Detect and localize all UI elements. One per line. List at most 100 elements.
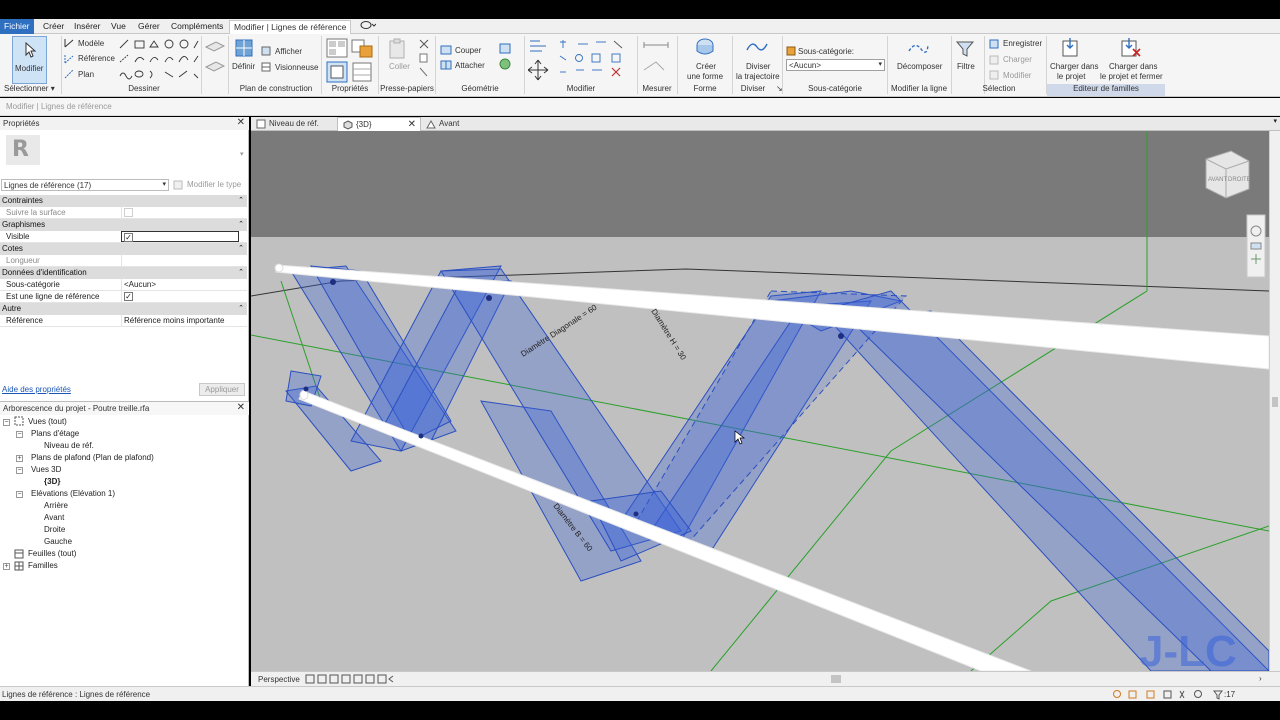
properties-palette: Propriétés ✕ R ▾ Lignes de référence (17)… [0, 117, 249, 401]
horizontal-scrollbar-thumb[interactable] [831, 675, 841, 683]
geometry-tools-icon[interactable] [498, 42, 520, 72]
tab-modifier-lignes-reference[interactable]: Modifier | Lignes de référence [229, 20, 352, 34]
viewcube-right[interactable]: DROITE [1228, 177, 1251, 183]
view-tab-front[interactable]: Avant [421, 117, 501, 131]
vertical-scrollbar[interactable] [1269, 131, 1280, 671]
draw-tools-gallery-icon[interactable] [118, 38, 200, 82]
load-into-project-label-1[interactable]: Charger dans [1050, 62, 1098, 71]
tab-overflow-icon[interactable]: ▾ [1273, 117, 1277, 125]
tree-item-ref-level[interactable]: Niveau de réf. [44, 440, 94, 452]
cut-button[interactable]: Couper [455, 46, 481, 55]
select-dropdown[interactable]: Sélectionner ▾ [4, 84, 60, 96]
viewcube[interactable]: AVANT DROITE [1205, 150, 1251, 199]
close-icon[interactable]: ✕ [237, 402, 245, 414]
edit-type-button[interactable]: Modifier le type [171, 179, 247, 191]
create-form-label-1[interactable]: Créer [696, 62, 716, 71]
tree-item-3d[interactable]: {3D} [44, 476, 60, 488]
dissolve-button[interactable]: Décomposer [897, 62, 942, 71]
close-icon[interactable]: ✕ [408, 118, 416, 131]
edit-selection-button[interactable]: Modifier [1003, 71, 1031, 80]
tab-options-icon[interactable] [356, 20, 380, 34]
checkbox[interactable]: ✓ [124, 292, 133, 301]
workplane-grid-icon[interactable] [204, 39, 226, 79]
model-canvas[interactable]: Diamètre Diagonale = 60 Diamètre H = 30 … [251, 131, 1269, 671]
selection-filters-icon[interactable] [1112, 689, 1212, 700]
prop-value[interactable]: Référence moins importante [121, 315, 239, 326]
properties-icon[interactable] [326, 61, 348, 83]
scrollbar-thumb[interactable] [1272, 397, 1278, 407]
tree-item-elevations[interactable]: Elévations (Elévation 1) [31, 488, 115, 500]
clipboard-tools-icon[interactable] [418, 38, 430, 78]
paste-button[interactable]: Coller [389, 62, 410, 71]
divide-label-1[interactable]: Diviser [746, 62, 770, 71]
divide-label-2[interactable]: la trajectoire [736, 72, 780, 81]
chevron-down-icon[interactable]: ▾ [240, 150, 244, 158]
family-category-icon[interactable] [351, 38, 373, 58]
draw-reference-button[interactable]: Référence [78, 54, 115, 63]
tree-item-3d-views[interactable]: Vues 3D [31, 464, 61, 476]
scroll-right-icon[interactable]: › [1259, 674, 1262, 683]
show-button[interactable]: Afficher [275, 47, 302, 56]
tab-gerer[interactable]: Gérer [134, 20, 164, 34]
tree-item-sheets[interactable]: Feuilles (tout) [28, 548, 76, 560]
load-and-close-label-1[interactable]: Charger dans [1109, 62, 1157, 71]
collapse-icon[interactable]: − [16, 431, 23, 438]
tab-creer[interactable]: Créer [39, 20, 68, 34]
view-tab-3d[interactable]: {3D} ✕ [337, 117, 421, 131]
family-types-icon[interactable] [326, 38, 348, 58]
viewer-button[interactable]: Visionneuse [275, 63, 318, 72]
navigation-bar[interactable] [1246, 214, 1266, 278]
type-properties-icon[interactable] [351, 61, 373, 83]
load-into-project-icon [1062, 38, 1078, 57]
tab-fichier[interactable]: Fichier [0, 19, 34, 34]
draw-plane-button[interactable]: Plan [78, 70, 94, 79]
filter-button[interactable]: Filtre [957, 62, 975, 71]
expand-icon[interactable]: + [16, 455, 23, 462]
tab-inserer[interactable]: Insérer [70, 20, 104, 34]
tree-item-floor-plans[interactable]: Plans d'étage [31, 428, 79, 440]
view-tab-ref-level[interactable]: Niveau de réf. [251, 117, 337, 131]
tree-item-back[interactable]: Arrière [44, 500, 68, 512]
tree-item-ceiling-plans[interactable]: Plans de plafond (Plan de plafond) [31, 452, 154, 464]
load-and-close-label-2[interactable]: le projet et fermer [1100, 72, 1163, 81]
checkbox[interactable] [124, 208, 133, 217]
drawing-area-3d[interactable]: Diamètre Diagonale = 60 Diamètre H = 30 … [251, 131, 1269, 671]
section-graphismes[interactable]: Graphismes ⌃ [0, 219, 247, 231]
section-contraintes[interactable]: Contraintes ⌃ [0, 195, 247, 207]
tree-item-right[interactable]: Droite [44, 524, 65, 536]
view-mode-label[interactable]: Perspective [258, 675, 300, 684]
section-cotes[interactable]: Cotes ⌃ [0, 243, 247, 255]
create-form-label-2[interactable]: une forme [687, 72, 723, 81]
load-selection-button[interactable]: Charger [1003, 55, 1032, 64]
viewer-icon [261, 62, 271, 72]
type-selector[interactable]: Lignes de référence (17) ▾ [1, 179, 169, 191]
expand-icon[interactable]: + [3, 563, 10, 570]
checkbox[interactable]: ✓ [124, 233, 133, 242]
collapse-icon[interactable]: − [3, 419, 10, 426]
tab-complements[interactable]: Compléments [167, 20, 227, 34]
tab-vue[interactable]: Vue [107, 20, 130, 34]
set-button[interactable]: Définir [232, 62, 255, 71]
draw-model-button[interactable]: Modèle [78, 39, 104, 48]
prop-value[interactable]: <Aucun> [121, 279, 239, 290]
tree-item-left[interactable]: Gauche [44, 536, 72, 548]
section-autre[interactable]: Autre ⌃ [0, 303, 247, 315]
save-selection-button[interactable]: Enregistrer [1003, 39, 1042, 48]
join-button[interactable]: Attacher [455, 61, 485, 70]
collapse-icon[interactable]: − [16, 491, 23, 498]
modify-tools-gallery-icon[interactable] [528, 38, 636, 82]
close-icon[interactable]: ✕ [237, 117, 245, 129]
collapse-icon[interactable]: − [16, 467, 23, 474]
view-controls-icon[interactable] [305, 674, 405, 684]
viewcube-front[interactable]: AVANT [1208, 177, 1227, 183]
apply-button[interactable]: Appliquer [199, 383, 245, 396]
section-donnees-identification[interactable]: Données d'identification ⌃ [0, 267, 247, 279]
subcategory-select[interactable]: <Aucun> ▾ [786, 59, 885, 71]
properties-help-link[interactable]: Aide des propriétés [2, 385, 71, 394]
tree-item-views-all[interactable]: Vues (tout) [28, 416, 67, 428]
modify-button[interactable]: Modifier [12, 36, 47, 84]
measure-icon[interactable] [642, 40, 672, 78]
tree-item-front[interactable]: Avant [44, 512, 64, 524]
tree-item-families[interactable]: Familles [28, 560, 58, 572]
load-into-project-label-2[interactable]: le projet [1057, 72, 1085, 81]
